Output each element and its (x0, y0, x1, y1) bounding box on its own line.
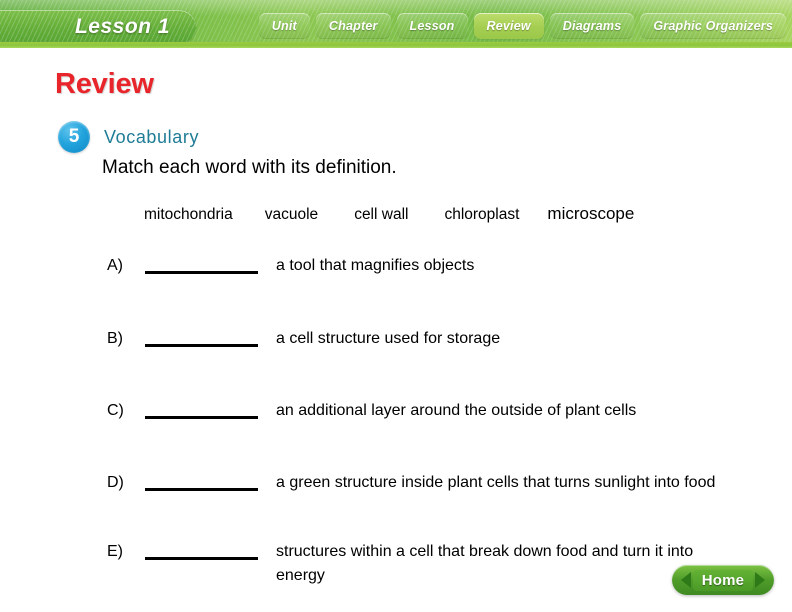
lesson-tab-label: Lesson 1 (74, 15, 170, 38)
lesson-tab[interactable]: Lesson 1 (0, 10, 196, 44)
word-bank: mitochondria vacuole cell wall chloropla… (144, 204, 764, 224)
nav-tab-review[interactable]: Review (473, 13, 544, 39)
instruction-text: Match each word with its definition. (102, 157, 397, 178)
home-button-label: Home (692, 569, 754, 591)
question-row-d: D) a green structure inside plant cells … (107, 471, 715, 495)
arrow-right-icon (755, 572, 766, 588)
question-row-e: E) structures within a cell that break d… (107, 540, 746, 588)
section-label: Vocabulary (104, 126, 200, 147)
question-definition-d: a green structure inside plant cells tha… (276, 474, 716, 491)
question-label-c: C) (107, 402, 124, 419)
nav-tab-diagrams[interactable]: Diagrams (549, 13, 635, 39)
page-header: Lesson 1 Unit Chapter Lesson Review Diag… (0, 0, 792, 48)
nav-tab-chapter[interactable]: Chapter (315, 13, 391, 39)
word-bank-item-vacuole: vacuole (264, 206, 319, 223)
question-row-c: C) an additional layer around the outsid… (107, 399, 636, 423)
word-bank-item-chloroplast: chloroplast (444, 206, 520, 223)
question-definition-a: a tool that magnifies objects (276, 257, 475, 274)
question-label-d: D) (107, 474, 124, 491)
word-bank-item-microscope: microscope (547, 204, 635, 223)
question-row-b: B) a cell structure used for storage (107, 327, 500, 351)
question-row-a: A) a tool that magnifies objects (107, 254, 474, 278)
section-heading: 5 Vocabulary (58, 121, 199, 153)
question-label-e: E) (107, 543, 123, 560)
answer-blank-e[interactable] (145, 540, 258, 560)
header-nav-tabs: Unit Chapter Lesson Review Diagrams Grap… (258, 13, 786, 39)
question-label-a: A) (107, 257, 123, 274)
answer-blank-d[interactable] (145, 471, 258, 491)
page-title: Review (55, 68, 154, 100)
header-accent-strip (0, 42, 792, 48)
nav-tab-lesson[interactable]: Lesson (396, 13, 468, 39)
answer-blank-a[interactable] (145, 254, 258, 274)
answer-blank-c[interactable] (145, 399, 258, 419)
question-definition-c: an additional layer around the outside o… (276, 402, 637, 419)
word-bank-item-cell-wall: cell wall (354, 206, 409, 223)
nav-tab-unit[interactable]: Unit (258, 13, 310, 39)
nav-tab-graphic-organizers[interactable]: Graphic Organizers (640, 13, 786, 39)
question-definition-b: a cell structure used for storage (276, 330, 501, 347)
answer-blank-b[interactable] (145, 327, 258, 347)
home-button[interactable]: Home (672, 565, 774, 595)
arrow-left-icon (680, 572, 691, 588)
word-bank-item-mitochondria: mitochondria (144, 206, 233, 223)
question-label-b: B) (107, 330, 123, 347)
section-number-badge: 5 (58, 121, 90, 153)
